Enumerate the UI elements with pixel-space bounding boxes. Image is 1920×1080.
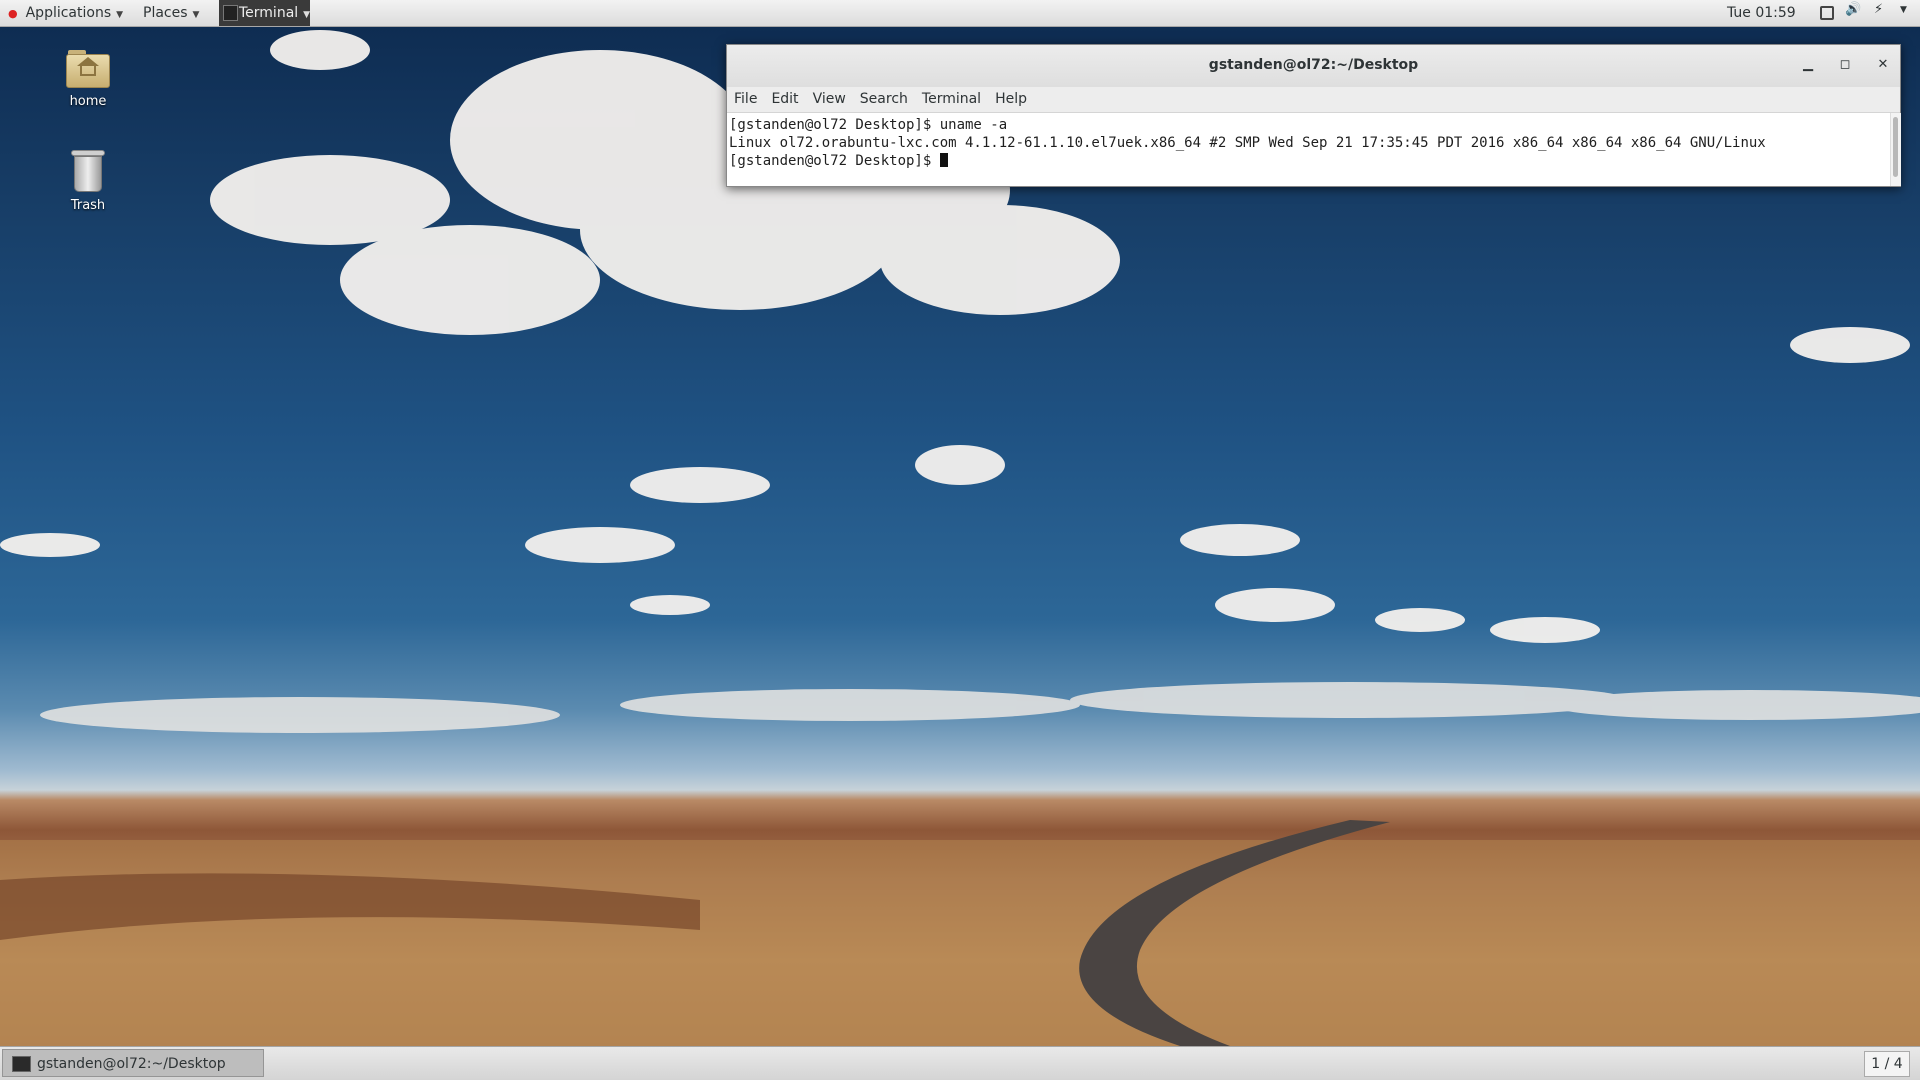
terminal-cursor: [939, 153, 948, 167]
chevron-down-icon: ▼: [192, 10, 200, 20]
volume-icon[interactable]: 🔊: [1845, 2, 1861, 17]
desktop-icon-label: home: [69, 94, 107, 109]
desktop-icon-trash[interactable]: Trash: [38, 150, 138, 213]
terminal-line: Linux ol72.orabuntu-lxc.com 4.1.12-61.1.…: [729, 135, 1766, 151]
battery-icon[interactable]: ⚡: [1874, 2, 1888, 17]
desktop-icon-home[interactable]: home: [38, 50, 138, 109]
menu-file[interactable]: File: [727, 87, 764, 112]
menu-help[interactable]: Help: [988, 87, 1034, 112]
menu-terminal[interactable]: Terminal: [915, 87, 988, 112]
top-panel: ● Applications ▼ Places ▼ Terminal ▼ Tue 01:…: [0, 0, 1920, 27]
terminal-menubar: File Edit View Search Terminal Help: [727, 87, 1900, 113]
terminal-output[interactable]: [gstanden@ol72 Desktop]$ uname -a Linux o…: [727, 113, 1887, 186]
places-menu[interactable]: Places ▼: [143, 0, 199, 26]
minimize-button[interactable]: ▁: [1793, 45, 1823, 85]
taskbar-item-label: gstanden@ol72:~/Desktop: [37, 1056, 226, 1072]
terminal-line: [gstanden@ol72 Desktop]$ uname -a: [729, 117, 1008, 133]
terminal-app-menu[interactable]: Terminal ▼: [219, 0, 311, 26]
terminal-window[interactable]: gstanden@ol72:~/Desktop ▁ ◻ ✕ File Edit Vi…: [726, 44, 1901, 187]
bottom-panel: gstanden@ol72:~/Desktop 1 / 4: [0, 1046, 1920, 1080]
workspace-switcher[interactable]: 1 / 4: [1864, 1051, 1910, 1077]
scrollbar-thumb[interactable]: [1893, 117, 1898, 177]
clock[interactable]: Tue 01:59: [1727, 0, 1796, 26]
terminal-scrollbar[interactable]: [1890, 113, 1901, 186]
chevron-down-icon: ▼: [303, 10, 311, 20]
home-folder-icon: [66, 50, 110, 88]
terminal-icon: [12, 1056, 31, 1072]
display-icon[interactable]: [1820, 6, 1834, 20]
applications-label: Applications: [25, 5, 112, 21]
close-button[interactable]: ✕: [1868, 45, 1898, 85]
terminal-icon: [223, 5, 238, 21]
menu-view[interactable]: View: [806, 87, 853, 112]
applications-menu[interactable]: ● Applications ▼: [8, 0, 123, 26]
menu-edit[interactable]: Edit: [764, 87, 805, 112]
places-label: Places: [143, 5, 188, 21]
maximize-button[interactable]: ◻: [1830, 45, 1860, 85]
desktop-icon-label: Trash: [70, 198, 106, 213]
applications-logo-icon: ●: [8, 7, 18, 20]
system-menu-chevron-icon[interactable]: ▼: [1900, 5, 1914, 19]
trash-icon: [71, 150, 105, 192]
terminal-prompt-line: [gstanden@ol72 Desktop]$: [729, 152, 1885, 170]
window-titlebar[interactable]: gstanden@ol72:~/Desktop ▁ ◻ ✕: [727, 45, 1900, 87]
chevron-down-icon: ▼: [116, 10, 124, 20]
menu-search[interactable]: Search: [853, 87, 915, 112]
taskbar-item-terminal[interactable]: gstanden@ol72:~/Desktop: [2, 1049, 264, 1077]
terminal-app-label: Terminal: [239, 5, 299, 21]
window-title: gstanden@ol72:~/Desktop: [1208, 57, 1419, 73]
terminal-prompt: [gstanden@ol72 Desktop]$: [729, 153, 940, 169]
